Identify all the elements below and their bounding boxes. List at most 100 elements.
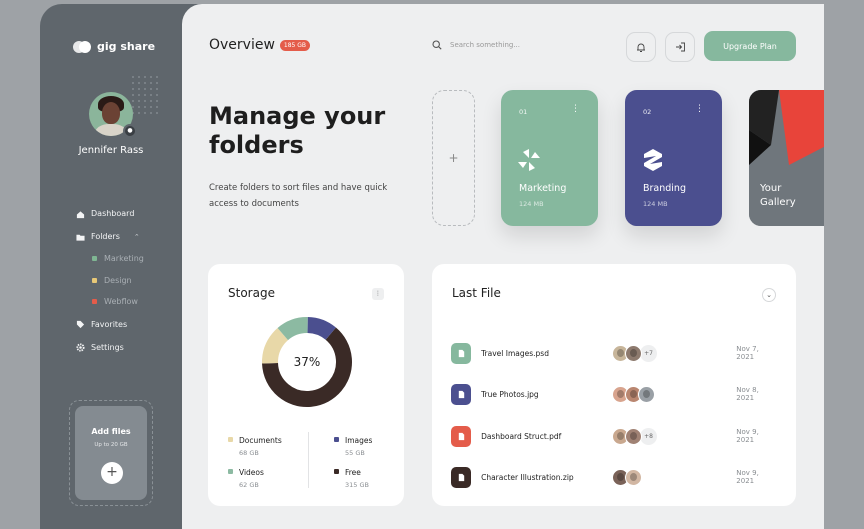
file-row[interactable]: Character Illustration.zip Nov 9, 2021 [451, 466, 777, 488]
folder-icon [76, 233, 85, 241]
shared-users[interactable]: +7 [612, 344, 736, 362]
sidebar-subitem-label: Marketing [104, 254, 144, 264]
color-dot [92, 299, 97, 305]
add-files-button[interactable]: + [101, 462, 123, 484]
file-date: Nov 9, 2021 [736, 469, 759, 485]
tag-icon [76, 320, 85, 329]
shared-users[interactable] [612, 385, 736, 403]
user-name: Jennifer Rass [78, 145, 144, 156]
file-icon [451, 425, 472, 447]
legend-size: 55 GB [345, 449, 365, 457]
avatar [625, 427, 643, 445]
search-bar[interactable] [432, 40, 560, 50]
branding-logo-icon [644, 149, 662, 171]
legend-label: Free [345, 468, 361, 477]
more-vertical-icon[interactable]: ⋮ [571, 104, 580, 114]
sidebar-subitem-design[interactable]: Design [76, 270, 176, 292]
sidebar-item-label: Dashboard [91, 209, 135, 218]
sidebar-subitem-label: Design [104, 275, 132, 285]
avatar [625, 468, 643, 486]
sidebar-item-settings[interactable]: Settings [76, 336, 176, 359]
legend-label: Images [345, 436, 373, 445]
folder-number: 01 [519, 108, 528, 116]
sidebar-item-label: Folders [91, 232, 120, 241]
logout-button[interactable] [665, 32, 695, 62]
storage-card: Storage ⋮ 37% Documents 68 GB Images 55 … [208, 264, 404, 506]
avatar [638, 385, 656, 403]
legend-size: 62 GB [239, 481, 259, 489]
chevron-up-icon[interactable]: ⌃ [134, 233, 140, 241]
sidebar-item-dashboard[interactable]: Dashboard [76, 202, 176, 225]
gear-icon [76, 343, 85, 352]
sidebar-subitem-label: Webflow [104, 297, 138, 307]
storage-percent: 37% [293, 355, 321, 369]
shared-users[interactable]: +8 [612, 427, 736, 445]
more-users-count: +7 [640, 344, 658, 362]
file-name: Character Illustration.zip [481, 472, 574, 482]
legend-size: 315 GB [345, 481, 369, 489]
gallery-label-line: Gallery [760, 197, 796, 208]
search-input[interactable] [450, 41, 560, 49]
file-name: True Photos.jpg [481, 389, 539, 399]
decorative-dots [130, 74, 160, 114]
file-row[interactable]: Dashboard Struct.pdf +8 Nov 9, 2021 [451, 425, 777, 447]
chevron-down-icon[interactable]: ⌄ [762, 288, 776, 302]
sidebar-item-label: Settings [91, 342, 124, 352]
logo-icon [73, 40, 91, 53]
more-users-count: +8 [640, 427, 658, 445]
folder-name: Marketing [519, 183, 567, 194]
more-vertical-icon[interactable]: ⋮ [695, 104, 704, 114]
upgrade-plan-button[interactable]: Upgrade Plan [704, 31, 796, 61]
sidebar-subitem-webflow[interactable]: Webflow [76, 291, 176, 313]
home-icon [76, 210, 85, 218]
color-dot [92, 277, 97, 283]
hero-title: Manage your folders [209, 102, 409, 160]
file-name: Travel Images.psd [481, 348, 549, 358]
file-row[interactable]: Travel Images.psd +7 Nov 7, 2021 [451, 342, 777, 364]
hero-title-line: Manage your [209, 102, 386, 130]
folder-card-marketing[interactable]: 01 ⋮ Marketing 124 MB [501, 90, 598, 226]
file-date: Nov 8, 2021 [736, 386, 759, 402]
folder-card-branding[interactable]: 02 ⋮ Branding 124 MB [625, 90, 722, 226]
sidebar-item-favorites[interactable]: Favorites [76, 313, 176, 336]
file-date: Nov 9, 2021 [736, 428, 759, 444]
camera-icon[interactable]: ● [123, 124, 137, 138]
add-files-subtitle: Up to 20 GB [94, 442, 128, 448]
file-icon [451, 383, 472, 405]
gallery-label: Your Gallery [760, 182, 796, 210]
legend-documents: Documents 68 GB [228, 436, 282, 457]
add-files-title: Add files [91, 427, 131, 436]
storage-title: Storage [228, 286, 275, 300]
shared-users[interactable] [612, 468, 736, 486]
legend-label: Videos [239, 468, 264, 477]
add-files-dropzone[interactable]: Add files Up to 20 GB + [69, 400, 153, 506]
hero-title-line: folders [209, 131, 304, 159]
file-name: Dashboard Struct.pdf [481, 431, 562, 441]
user-avatar[interactable]: ● [89, 92, 137, 138]
legend-images: Images 55 GB [334, 436, 372, 457]
file-icon [451, 342, 472, 364]
hero-description: Create folders to sort files and have qu… [209, 183, 388, 209]
gallery-card[interactable]: Your Gallery [749, 90, 824, 226]
sign-in-icon [675, 42, 685, 52]
main-panel: Overview 185 GB Upgrade Plan Manage your… [182, 4, 824, 529]
notifications-button[interactable] [626, 32, 656, 62]
sidebar: gig share ● Jennifer Rass Dashboard Fold… [40, 4, 182, 529]
legend-label: Documents [239, 436, 282, 445]
file-row[interactable]: True Photos.jpg Nov 8, 2021 [451, 383, 777, 405]
add-files-panel: Add files Up to 20 GB + [75, 406, 147, 500]
sidebar-subitem-marketing[interactable]: Marketing [76, 248, 176, 270]
add-folder-button[interactable]: + [432, 90, 475, 226]
search-icon [432, 40, 442, 50]
app-window: gig share ● Jennifer Rass Dashboard Fold… [40, 4, 824, 529]
sidebar-item-folders[interactable]: Folders ⌃ [76, 225, 176, 248]
marketing-logo-icon [518, 149, 540, 171]
divider [308, 432, 309, 488]
more-vertical-icon[interactable]: ⋮ [372, 288, 384, 300]
app-logo[interactable]: gig share [73, 40, 155, 53]
color-dot [92, 256, 97, 262]
storage-badge: 185 GB [279, 39, 311, 51]
last-file-card: Last File ⌄ Travel Images.psd +7 Nov 7, … [432, 264, 796, 506]
bell-icon [637, 43, 645, 52]
avatar [625, 344, 643, 362]
